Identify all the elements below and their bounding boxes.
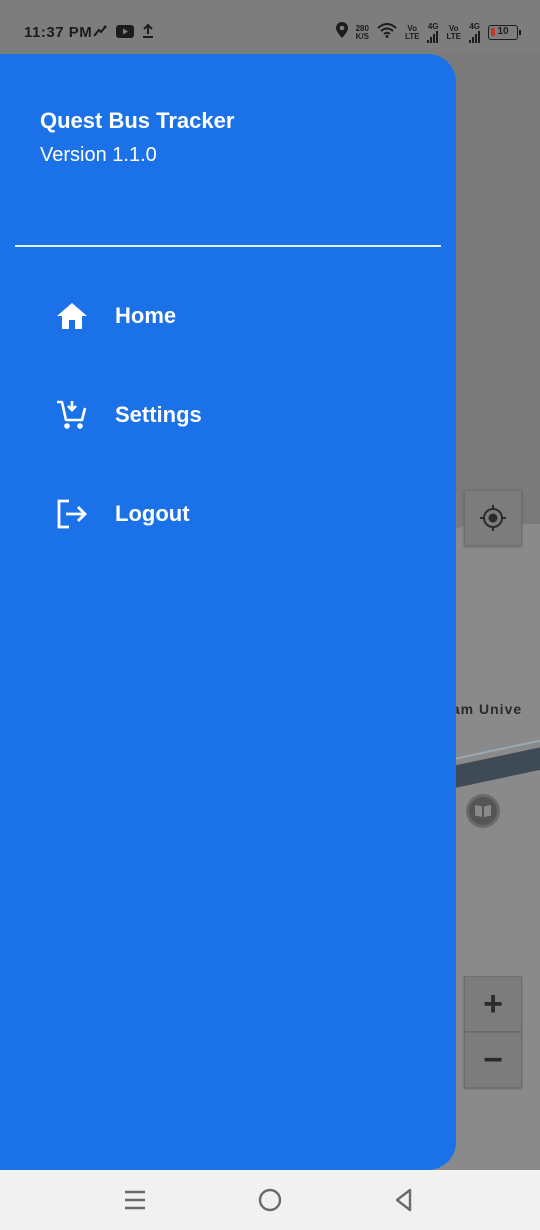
signal-icon [469,30,480,43]
sim2-volte: Vo LTE [446,23,461,41]
home-circle-icon [258,1188,282,1212]
sim1-volte: Vo LTE [404,23,420,41]
net-speed: 280 K/S [355,23,369,41]
app-title: Quest Bus Tracker [40,108,235,133]
library-marker[interactable] [466,794,500,828]
menu-item-label: Settings [115,402,202,427]
cart-icon [54,397,90,433]
signal-icon [427,30,439,43]
home-icon [54,298,90,334]
back-icon [395,1188,412,1212]
menu-item-logout[interactable]: Logout [0,479,456,549]
menu-item-settings[interactable]: Settings [0,380,456,450]
battery-icon: 10 [488,25,521,40]
menu-item-label: Logout [115,501,190,526]
sim1-signal: 4G [427,22,439,43]
youtube-icon [116,24,134,43]
navigation-drawer: Quest Bus Tracker Version 1.1.0 Home Set… [0,54,456,1170]
back-button[interactable] [384,1184,424,1216]
menu-item-label: Home [115,303,177,328]
crosshair-icon [480,505,506,531]
menu-icon [125,1190,145,1210]
recent-apps-button[interactable] [115,1184,155,1216]
book-icon [475,805,491,817]
system-navigation-bar [0,1170,540,1230]
logout-icon [54,496,90,532]
activity-icon [92,24,108,43]
menu-item-home[interactable]: Home [0,281,456,351]
app-version: Version 1.1.0 [40,144,157,166]
home-button[interactable] [250,1184,290,1216]
drawer-divider [15,245,441,247]
zoom-in-button[interactable]: + [464,976,522,1032]
upload-icon [142,23,154,43]
wifi-icon [377,22,397,43]
my-location-button[interactable] [464,490,522,546]
location-icon [335,22,348,43]
zoom-out-button[interactable]: − [464,1032,522,1088]
status-bar: 11:37 PM 280 K/S Vo LTE 4G Vo LTE 4G 10 [0,0,540,54]
sim2-signal: 4G [469,22,480,43]
status-time: 11:37 PM [24,24,93,41]
